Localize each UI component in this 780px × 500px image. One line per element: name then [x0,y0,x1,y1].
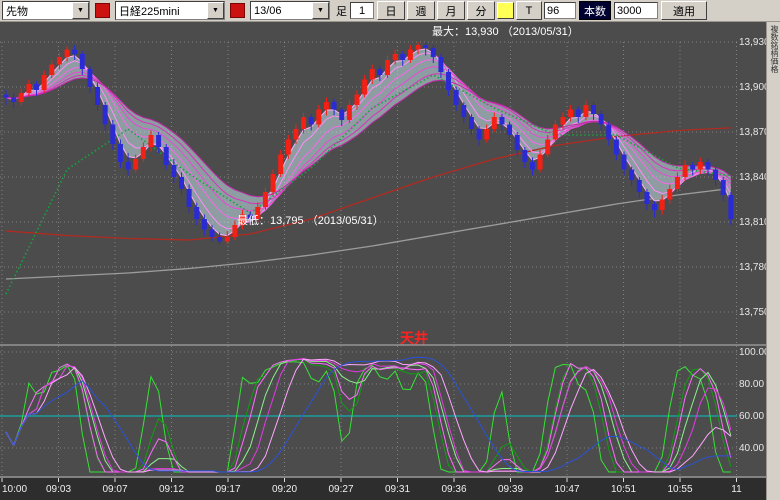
ashi-label: 足 [336,3,347,19]
interval-value-input[interactable]: 1 [350,2,374,19]
instrument-type-select[interactable]: 先物 ▼ [2,1,90,20]
interval-month-button[interactable]: 月 [437,1,465,20]
side-tab-label: 複数銘柄価格 [767,25,780,73]
time-axis-label: 11 [731,484,742,495]
trading-chart-window: 先物 ▼ 日経225mini ▼ 13/06 ▼ 足 1 日 週 月 分 T 9… [0,0,780,500]
time-axis-label: 09:27 [328,484,353,495]
annotation-ceiling: 天井 [400,330,428,346]
tick-button[interactable]: T [516,1,542,20]
price-axis-label: 13,810 [739,217,766,228]
time-axis-label: 09:39 [498,484,523,495]
side-tab-multi-quote[interactable]: 複数銘柄価格 [766,22,780,500]
interval-minute-button[interactable]: 分 [467,1,495,20]
symbol-value: 日経225mini [116,3,207,19]
osc-axis-label: 40.00 [739,443,764,454]
chevron-down-icon[interactable]: ▼ [207,2,224,19]
contract-month-value: 13/06 [251,5,312,17]
bars-count-input[interactable]: 96 [544,2,576,19]
data-count-input[interactable]: 3000 [614,2,658,19]
time-axis-label: 09:17 [215,484,240,495]
price-axis-label: 13,840 [739,172,766,183]
annotation-min: 最低：13,795 （2013/05/31） [237,214,384,227]
osc-axis-label: 100.00 [739,347,766,358]
interval-active-indicator[interactable] [497,2,514,19]
price-axis-label: 13,870 [739,127,766,138]
time-axis-label: 09:07 [102,484,127,495]
instrument-type-value: 先物 [3,3,72,19]
toolbar: 先物 ▼ 日経225mini ▼ 13/06 ▼ 足 1 日 週 月 分 T 9… [0,0,780,22]
price-axis-label: 13,930 [739,37,766,48]
time-axis-label: 09:20 [272,484,297,495]
time-axis-label: 09:31 [385,484,410,495]
symbol-select[interactable]: 日経225mini ▼ [115,1,225,20]
time-axis-label: 09:12 [159,484,184,495]
time-axis-label: 10:00 [2,484,27,495]
interval-day-button[interactable]: 日 [377,1,405,20]
chevron-down-icon[interactable]: ▼ [72,2,89,19]
chart-area[interactable]: 13,930 13,900 13,870 13,840 13,810 13,780 13,7… [0,22,766,500]
time-axis-label: 09:03 [46,484,71,495]
time-axis-label: 09:36 [441,484,466,495]
time-axis-label: 10:55 [667,484,692,495]
time-axis-label: 10:47 [554,484,579,495]
osc-axis-label: 60.00 [739,411,764,422]
chevron-down-icon[interactable]: ▼ [312,2,329,19]
price-axis-label: 13,900 [739,82,766,93]
contract-month-select[interactable]: 13/06 ▼ [250,1,330,20]
bars-button[interactable]: 本数 [579,1,611,20]
symbol-color-icon [230,3,245,18]
time-axis-label: 10:51 [611,484,636,495]
interval-week-button[interactable]: 週 [407,1,435,20]
osc-axis-label: 80.00 [739,379,764,390]
apply-button[interactable]: 適用 [661,1,707,20]
instrument-color-icon [95,3,110,18]
price-axis-label: 13,750 [739,307,766,318]
annotation-max: 最大：13,930 （2013/05/31） [432,24,579,38]
price-axis-label: 13,780 [739,262,766,273]
